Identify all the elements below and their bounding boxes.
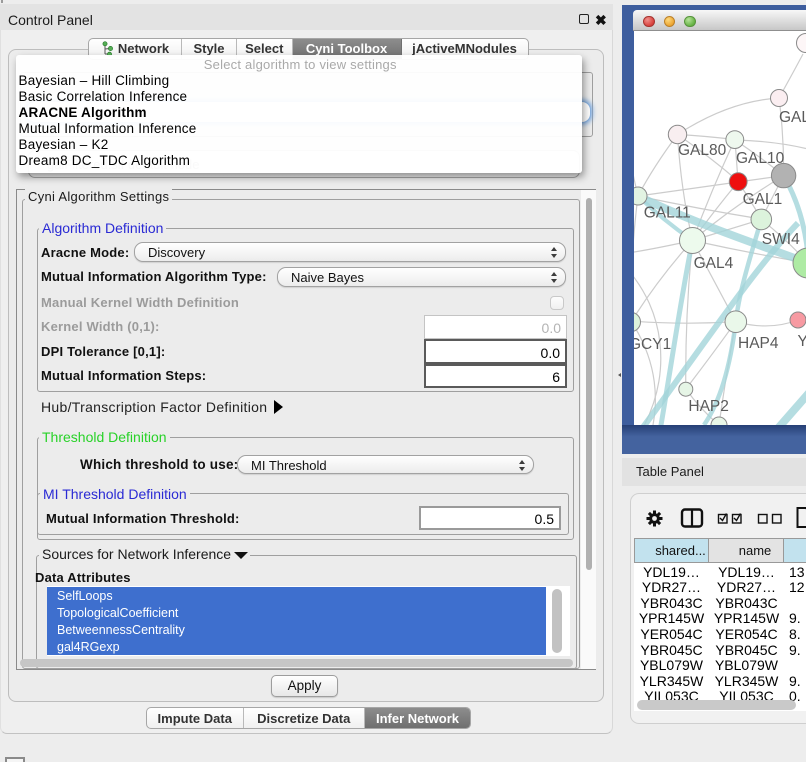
svg-text:GAL7: GAL7 bbox=[779, 109, 806, 126]
svg-text:GCY1: GCY1 bbox=[634, 336, 671, 353]
svg-text:GAL10: GAL10 bbox=[736, 150, 785, 167]
svg-text:GAL1: GAL1 bbox=[743, 191, 783, 208]
svg-text:YD: YD bbox=[798, 333, 806, 350]
svg-text:HAP2: HAP2 bbox=[688, 398, 729, 415]
svg-text:SWI4: SWI4 bbox=[762, 231, 800, 248]
svg-text:GAL11: GAL11 bbox=[644, 205, 691, 222]
svg-text:GAL4: GAL4 bbox=[694, 255, 734, 272]
svg-text:GAL80: GAL80 bbox=[678, 142, 727, 159]
svg-text:HAP4: HAP4 bbox=[738, 335, 779, 352]
